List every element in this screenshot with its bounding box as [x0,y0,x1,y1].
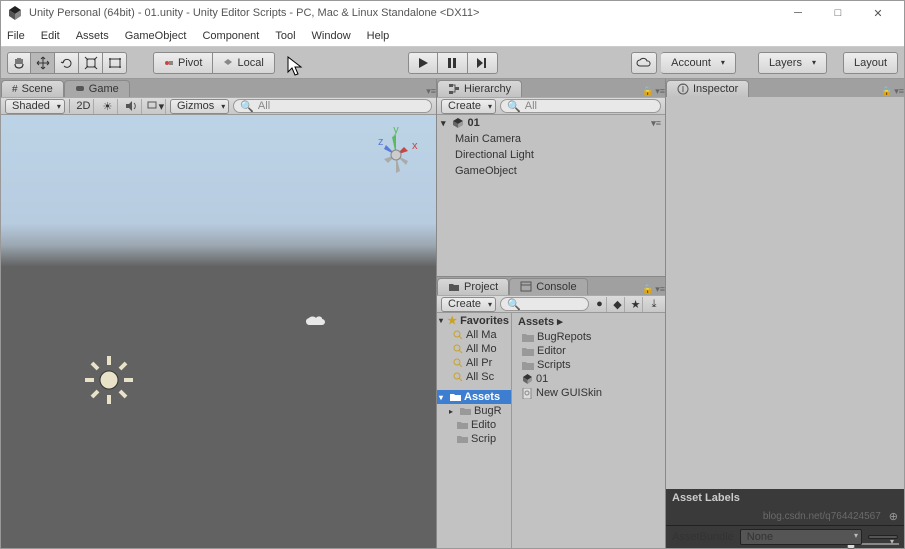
svg-text:x: x [412,140,418,152]
gizmos-dropdown[interactable]: Gizmos [170,99,229,114]
project-item[interactable]: BugRepots [512,330,665,344]
lock-icon[interactable]: 🔒 [642,86,653,97]
panel-menu-icon[interactable]: ▾≡ [426,86,436,97]
shaded-dropdown[interactable]: Shaded [5,99,65,114]
menu-assets[interactable]: Assets [76,30,109,42]
mode-2d-toggle[interactable]: 2D [74,99,94,114]
hierarchy-create-dropdown[interactable]: Create [441,99,496,114]
pivot-button[interactable]: Pivot [153,52,213,74]
local-button[interactable]: Local [213,52,274,74]
watermark: blog.csdn.net/q764424567 [763,511,881,522]
project-item[interactable]: New GUISkin [512,386,665,400]
pause-button[interactable] [438,52,468,74]
lock-icon[interactable]: 🔒 [881,86,892,97]
tab-console[interactable]: Console [509,278,587,295]
svg-text:z: z [378,136,384,148]
hierarchy-item[interactable]: Directional Light [437,147,665,163]
project-create-dropdown[interactable]: Create [441,297,496,312]
maximize-button[interactable]: □ [818,7,858,19]
menubar: File Edit Assets GameObject Component To… [1,25,904,47]
layers-dropdown[interactable]: Layers▾ [758,52,827,74]
scene-view[interactable]: y x z [1,115,436,548]
cloud-button[interactable] [631,52,657,74]
lock-icon[interactable]: 🔒 [642,284,653,295]
asset-labels-header[interactable]: Asset Labels [666,489,904,507]
panel-menu-icon[interactable]: ▾≡ [894,86,904,97]
menu-gameobject[interactable]: GameObject [125,30,187,42]
assetbundle-variant-dropdown[interactable] [868,535,898,539]
tab-scene[interactable]: #Scene [1,80,64,97]
save-search-icon[interactable]: ⤓ [647,297,661,312]
project-item[interactable]: 01 [512,372,665,386]
scene-search-input[interactable]: 🔍All [233,99,432,113]
rect-tool-button[interactable] [103,52,127,74]
project-breadcrumb[interactable]: Assets ▸ [512,313,665,330]
filter-label-icon[interactable]: ★ [629,297,643,312]
titlebar: Unity Personal (64bit) - 01.unity - Unit… [1,1,904,25]
scene-menu-icon[interactable]: ▾≡ [651,118,661,129]
menu-window[interactable]: Window [312,30,351,42]
light-icon [79,350,139,410]
assetbundle-name-dropdown[interactable]: None [740,529,862,545]
hierarchy-search-input[interactable]: 🔍All [500,99,661,113]
camera-icon [306,315,328,331]
unity-logo-icon [7,5,23,21]
lighting-toggle[interactable]: ☀ [98,99,118,114]
project-item[interactable]: Editor [512,344,665,358]
window-title: Unity Personal (64bit) - 01.unity - Unit… [29,7,778,19]
project-item[interactable]: Scripts [512,358,665,372]
menu-file[interactable]: File [7,30,25,42]
project-assets-root: ▾Assets [437,390,511,404]
audio-toggle[interactable] [122,99,142,114]
close-button[interactable]: ✕ [858,7,898,20]
fx-dropdown[interactable]: ▾ [146,99,166,114]
menu-edit[interactable]: Edit [41,30,60,42]
panel-menu-icon[interactable]: ▾≡ [655,284,665,295]
menu-tool[interactable]: Tool [275,30,295,42]
panel-menu-icon[interactable]: ▾≡ [655,86,665,97]
menu-component[interactable]: Component [202,30,259,42]
account-dropdown[interactable]: Account▾ [661,52,736,74]
move-tool-button[interactable] [31,52,55,74]
hierarchy-item[interactable]: GameObject [437,163,665,179]
tab-hierarchy[interactable]: Hierarchy [437,80,522,97]
scale-tool-button[interactable] [79,52,103,74]
play-button[interactable] [408,52,438,74]
minimize-button[interactable]: ─ [778,7,818,19]
svg-text:y: y [393,125,399,136]
step-button[interactable] [468,52,498,74]
toolbar: Pivot Local Account▾ Layers▾ Layout [1,47,904,79]
hierarchy-item[interactable]: Main Camera [437,131,665,147]
project-tree[interactable]: ▾★Favorites All Ma All Mo All Pr All Sc … [437,313,512,548]
inspector-body [666,97,904,489]
project-search-input[interactable]: 🔍 [500,297,589,311]
hierarchy-scene-root[interactable]: 01▾≡ [437,115,665,131]
svg-text:i: i [682,83,684,95]
label-add-icon[interactable]: ⊕ [889,510,898,523]
tab-game[interactable]: Game [64,80,130,97]
assetbundle-label: AssetBundle [672,531,734,543]
tab-inspector[interactable]: iInspector [666,80,749,97]
menu-help[interactable]: Help [367,30,390,42]
rotate-tool-button[interactable] [55,52,79,74]
filter-type-icon[interactable]: ◆ [611,297,625,312]
scene-gizmo-icon[interactable]: y x z [366,125,426,185]
mouse-cursor-icon [287,56,303,78]
layout-dropdown[interactable]: Layout [843,52,898,74]
filter-icon[interactable]: ● [593,297,607,312]
hand-tool-button[interactable] [7,52,31,74]
tab-project[interactable]: Project [437,278,509,295]
